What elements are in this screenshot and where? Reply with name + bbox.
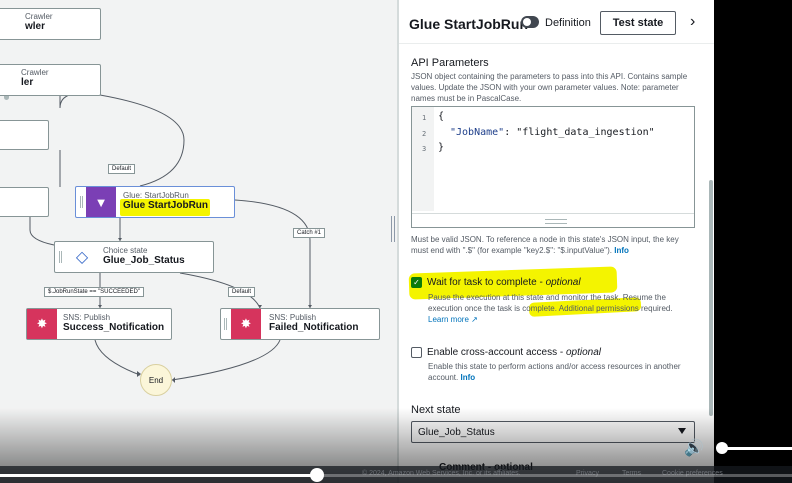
panel-scrollbar[interactable]	[709, 180, 713, 416]
edge-label-default: Default	[228, 287, 256, 297]
sns-icon: ✸	[27, 309, 57, 339]
node-name-label: ler	[21, 77, 34, 88]
node-name-label: Failed_Notification	[269, 322, 359, 333]
volume-slider[interactable]	[722, 447, 792, 450]
crawler-node-top[interactable]: Crawler wler	[0, 8, 101, 40]
video-letterbox	[714, 0, 792, 483]
node-name-label: Glue StartJobRun	[123, 200, 209, 211]
cross-account-checkbox[interactable]	[411, 347, 422, 358]
external-link-icon: ↗	[471, 315, 478, 324]
definition-toggle-label: Definition	[545, 17, 591, 29]
choice-state-node[interactable]: ◇ Choice state Glue_Job_Status	[54, 241, 214, 273]
video-progress-fill	[0, 474, 317, 477]
node-type-label: SNS: Publish	[63, 313, 111, 322]
next-state-select[interactable]: Glue_Job_Status	[411, 421, 695, 443]
success-notification-node[interactable]: ✸ SNS: Publish Success_Notification	[26, 308, 172, 340]
choice-icon: ◇	[75, 249, 89, 266]
line-number: 3	[422, 145, 427, 153]
optional-tag: optional	[565, 347, 601, 358]
test-state-button[interactable]: Test state	[600, 11, 676, 35]
edge-label-default: Default	[108, 164, 136, 174]
caret-down-icon	[678, 428, 686, 434]
editor-resize-handle[interactable]	[412, 213, 694, 227]
state-node-partial[interactable]	[0, 187, 49, 217]
state-config-panel: Glue StartJobRun Definition Test state ›…	[398, 0, 714, 483]
next-state-title: Next state	[411, 404, 461, 416]
api-parameters-title: API Parameters	[411, 57, 489, 69]
api-parameters-description: JSON object containing the parameters to…	[411, 72, 688, 103]
json-editor[interactable]: 1 2 3 { "JobName": "flight_data_ingestio…	[411, 106, 695, 228]
info-link[interactable]: Info	[614, 246, 629, 255]
state-node-partial[interactable]	[0, 120, 49, 150]
chevron-right-icon[interactable]: ›	[690, 13, 695, 31]
line-number: 2	[422, 130, 427, 138]
wait-description: Pause the execution at this state and mo…	[428, 293, 673, 313]
cross-account-label: Enable cross-account access - optional	[427, 347, 601, 358]
drag-grip[interactable]	[224, 318, 227, 330]
workflow-canvas[interactable]: ‹ Crawler wler Crawler ler	[0, 0, 384, 483]
node-type-label: Crawler	[21, 68, 49, 77]
drag-grip[interactable]	[59, 251, 62, 263]
edge-failed-end	[171, 339, 281, 381]
volume-knob[interactable]	[716, 442, 728, 454]
crawler-node-second[interactable]: Crawler ler	[0, 64, 101, 96]
edge-label-catch: Catch #1	[293, 228, 326, 238]
glue-startjobrun-node[interactable]: ▼ Glue: StartJobRun Glue StartJobRun	[75, 186, 235, 218]
info-link[interactable]: Info	[460, 373, 475, 382]
json-help: Must be valid JSON. To reference a node …	[411, 235, 679, 255]
wait-label-text: Wait for task to complete -	[427, 277, 546, 288]
line-number: 1	[422, 114, 427, 122]
failed-notification-node[interactable]: ✸ SNS: Publish Failed_Notification	[220, 308, 380, 340]
node-name-label: Success_Notification	[63, 322, 165, 333]
node-name-label: Glue_Job_Status	[103, 255, 185, 266]
learn-more-link[interactable]: Learn more ↗	[428, 315, 478, 324]
edge-success-end	[94, 339, 141, 376]
wait-for-task-label: Wait for task to complete - optional	[427, 277, 581, 288]
json-value: : "flight_data_ingestion"	[504, 127, 655, 138]
node-type-label: Choice state	[103, 246, 148, 255]
panel-header: Glue StartJobRun Definition Test state ›	[399, 0, 714, 44]
next-state-value: Glue_Job_Status	[418, 427, 495, 438]
video-scrub-handle[interactable]	[310, 468, 324, 482]
drag-grip[interactable]	[80, 196, 83, 208]
line-gutter	[412, 107, 434, 211]
volume-icon[interactable]: 🔊	[684, 438, 704, 458]
glue-icon: ▼	[86, 187, 116, 217]
sns-icon: ✸	[231, 309, 261, 339]
node-type-label: Crawler	[25, 12, 53, 21]
panel-title: Glue StartJobRun	[409, 16, 529, 32]
code-line: {	[438, 111, 445, 122]
node-type-label: SNS: Publish	[269, 313, 317, 322]
wait-for-task-checkbox[interactable]: ✓	[411, 277, 422, 288]
json-key: "JobName"	[450, 127, 505, 138]
cross-account-label-text: Enable cross-account access -	[427, 347, 566, 358]
json-help-text: Must be valid JSON. To reference a node …	[411, 234, 691, 256]
node-name-label: wler	[25, 21, 46, 32]
edge-label-condition: $.JobRunState == "SUCCEEDED"	[44, 287, 144, 297]
code-line: }	[438, 142, 445, 153]
wait-for-task-description: Pause the execution at this state and mo…	[428, 292, 690, 325]
definition-toggle[interactable]	[521, 16, 539, 28]
cross-account-description: Enable this state to perform actions and…	[428, 361, 690, 383]
panel-resize-handle[interactable]	[391, 216, 395, 242]
node-type-label: Glue: StartJobRun	[123, 191, 189, 200]
end-node[interactable]: End	[140, 364, 172, 396]
optional-tag: optional	[545, 277, 581, 288]
learn-more-text: Learn more	[428, 315, 469, 324]
